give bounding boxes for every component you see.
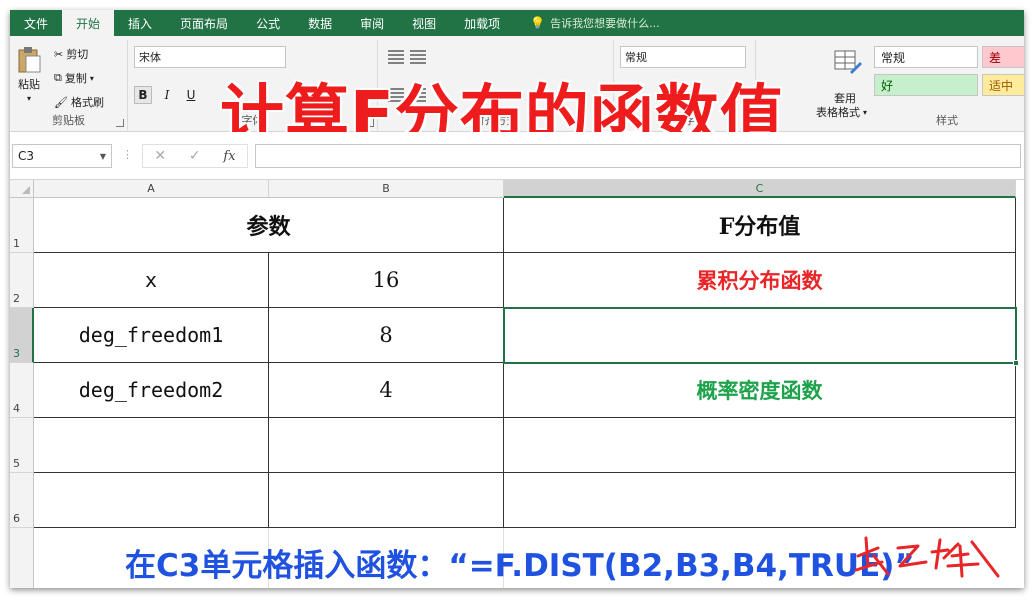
cell-c4[interactable]: 概率密度函数: [504, 363, 1016, 418]
cell-b2[interactable]: 16: [269, 253, 504, 308]
paste-label: 粘贴: [18, 78, 40, 91]
number-format-value: 常规: [625, 51, 647, 64]
cell-b3[interactable]: 8: [269, 308, 504, 363]
tab-data[interactable]: 数据: [294, 10, 346, 36]
ribbon-tab-bar: 文件 开始 插入 页面布局 公式 数据 审阅 视图 加载项 💡 告诉我您想要做什…: [10, 10, 1024, 36]
table-format-icon: [834, 50, 862, 74]
tell-me-text: 告诉我您想要做什么...: [550, 17, 660, 30]
cell-a2[interactable]: x: [34, 253, 269, 308]
formula-input[interactable]: [255, 144, 1021, 168]
cut-label: 剪切: [66, 48, 89, 61]
style-bad[interactable]: 差: [982, 46, 1024, 68]
tab-page-layout[interactable]: 页面布局: [166, 10, 242, 36]
chevron-down-icon: ▼: [99, 151, 106, 161]
tab-home[interactable]: 开始: [62, 10, 115, 36]
cell-c2[interactable]: 累积分布函数: [504, 253, 1016, 308]
formula-buttons: ✕ ✓ fx: [142, 144, 248, 168]
underline-button[interactable]: U: [182, 86, 200, 104]
style-normal[interactable]: 常规: [874, 46, 978, 68]
clipboard-group: 粘贴 ▾ ✂ 剪切 ⧉ 复制 ▾ 🖌 格式刷 剪贴板: [10, 40, 128, 130]
dialog-launcher-icon[interactable]: [116, 119, 124, 127]
tell-me-box[interactable]: 💡 告诉我您想要做什么...: [514, 10, 659, 36]
formula-bar: C3 ▼ ⋮ ✕ ✓ fx: [10, 132, 1024, 180]
cell-a1-params-header[interactable]: 参数: [34, 198, 504, 253]
select-all-button[interactable]: [10, 180, 34, 198]
style-neutral[interactable]: 适中: [982, 74, 1024, 96]
row-header-6[interactable]: 6: [10, 473, 34, 528]
cell-c6[interactable]: [504, 473, 1016, 528]
excel-window: 文件 开始 插入 页面布局 公式 数据 审阅 视图 加载项 💡 告诉我您想要做什…: [10, 10, 1024, 588]
paste-button[interactable]: 粘贴 ▾: [16, 46, 42, 103]
row-header-7[interactable]: [10, 528, 34, 588]
italic-button[interactable]: I: [158, 86, 176, 104]
column-header-c[interactable]: C: [504, 180, 1016, 198]
row-header-4[interactable]: 4: [10, 363, 34, 418]
tab-view[interactable]: 视图: [398, 10, 450, 36]
copy-icon: ⧉: [54, 71, 62, 84]
column-header-b[interactable]: B: [269, 180, 504, 198]
chevron-down-icon: ▾: [26, 94, 31, 103]
chevron-down-icon: ▾: [863, 107, 868, 117]
align-middle-icon[interactable]: [410, 50, 426, 64]
tab-insert[interactable]: 插入: [114, 10, 166, 36]
cell-c1-value-header[interactable]: F分布值: [504, 198, 1016, 253]
drag-handle-icon[interactable]: ⋮: [122, 148, 133, 161]
cell-a5[interactable]: [34, 418, 269, 473]
scissors-icon: ✂: [54, 47, 64, 61]
cell-a6[interactable]: [34, 473, 269, 528]
instruction-caption: 在C3单元格插入函数：“=F.DIST(B2,B3,B4,TRUE)”: [125, 548, 915, 584]
cell-c5[interactable]: [504, 418, 1016, 473]
copy-button[interactable]: ⧉ 复制 ▾: [54, 70, 94, 86]
row-header-1[interactable]: 1: [10, 198, 34, 253]
row-header-5[interactable]: 5: [10, 418, 34, 473]
signature-logo: [854, 536, 1000, 578]
tab-formulas[interactable]: 公式: [242, 10, 294, 36]
copy-label: 复制: [64, 72, 87, 85]
cell-a3[interactable]: deg_freedom1: [34, 308, 269, 363]
brush-icon: 🖌: [54, 95, 68, 109]
format-as-table-label2: 表格格式 ▾: [816, 104, 867, 120]
name-box[interactable]: C3 ▼: [12, 144, 112, 168]
column-header-a[interactable]: A: [34, 180, 269, 198]
ribbon: 粘贴 ▾ ✂ 剪切 ⧉ 复制 ▾ 🖌 格式刷 剪贴板 宋体 B I U 字体 对…: [10, 36, 1024, 153]
styles-group-label: 样式: [936, 114, 958, 127]
tab-add-ins[interactable]: 加载项: [450, 10, 514, 36]
name-box-value: C3: [18, 149, 35, 163]
cell-c3[interactable]: [504, 308, 1016, 363]
cell-b6[interactable]: [269, 473, 504, 528]
lightbulb-icon: 💡: [530, 16, 546, 30]
tab-file[interactable]: 文件: [10, 10, 62, 36]
table-format-label2-text: 表格格式: [816, 106, 860, 119]
format-painter-button[interactable]: 🖌 格式刷: [54, 94, 104, 110]
paste-icon: [18, 47, 41, 73]
row-header-3[interactable]: 3: [10, 308, 34, 363]
cancel-icon[interactable]: ✕: [154, 148, 166, 164]
format-painter-label: 格式刷: [70, 96, 104, 109]
style-good[interactable]: 好: [874, 74, 978, 96]
cell-a4[interactable]: deg_freedom2: [34, 363, 269, 418]
cell-b5[interactable]: [269, 418, 504, 473]
align-top-icon[interactable]: [388, 50, 404, 64]
cut-button[interactable]: ✂ 剪切: [54, 46, 88, 62]
insert-function-button[interactable]: fx: [223, 149, 235, 164]
bold-button[interactable]: B: [134, 86, 152, 104]
cell-b4[interactable]: 4: [269, 363, 504, 418]
row-header-2[interactable]: 2: [10, 253, 34, 308]
enter-icon[interactable]: ✓: [189, 148, 201, 164]
tab-review[interactable]: 审阅: [346, 10, 398, 36]
chevron-down-icon: ▾: [89, 73, 94, 83]
clipboard-group-label: 剪贴板: [52, 114, 85, 127]
styles-group: 常规 差 好 适中 样式: [870, 40, 1024, 130]
font-name-value: 宋体: [139, 51, 161, 64]
